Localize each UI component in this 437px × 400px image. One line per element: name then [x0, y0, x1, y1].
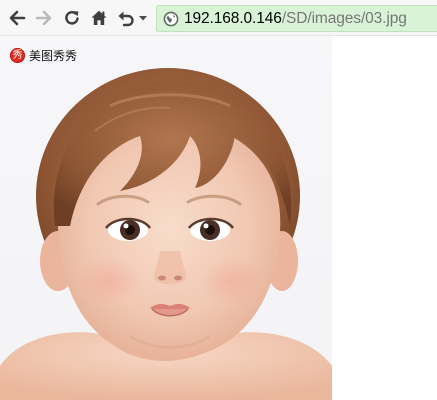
- url-host: 192.168.0.146: [184, 9, 282, 27]
- meitu-label: 美图秀秀: [29, 49, 78, 63]
- browser-window: 192.168.0.146/SD/images/03.jpg 秀 美图秀秀: [0, 0, 437, 400]
- browser-toolbar: 192.168.0.146/SD/images/03.jpg: [0, 0, 437, 36]
- url-text: 192.168.0.146/SD/images/03.jpg: [184, 10, 407, 28]
- home-button[interactable]: [88, 6, 110, 30]
- reload-button[interactable]: [61, 6, 83, 30]
- history-undo-button[interactable]: [115, 6, 137, 30]
- globe-icon: [163, 11, 179, 27]
- meitu-xiuxiu-edit-button[interactable]: 秀 美图秀秀: [10, 47, 77, 64]
- meitu-logo-icon: 秀: [10, 48, 25, 63]
- undo-history-icon: [118, 11, 134, 27]
- chevron-down-icon: [139, 16, 147, 21]
- back-button[interactable]: [6, 6, 28, 30]
- forward-button[interactable]: [33, 6, 55, 30]
- displayed-image: 秀 美图秀秀: [0, 36, 332, 400]
- arrow-left-icon: [9, 10, 26, 26]
- address-bar[interactable]: 192.168.0.146/SD/images/03.jpg: [156, 5, 437, 32]
- reload-icon: [65, 11, 79, 25]
- arrow-right-icon: [35, 10, 52, 26]
- home-icon: [91, 10, 107, 25]
- url-path: /SD/images/03.jpg: [281, 9, 407, 27]
- history-dropdown-button[interactable]: [136, 6, 150, 30]
- page-content: 秀 美图秀秀: [0, 36, 437, 400]
- baby-portrait: [0, 68, 332, 400]
